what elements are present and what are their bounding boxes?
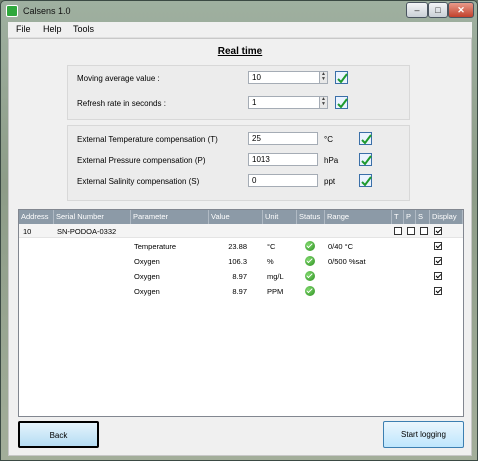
status-ok-icon (305, 271, 315, 281)
salinity-compensation-label: External Salinity compensation (S) (77, 177, 200, 186)
parameter-cell: Temperature (134, 242, 177, 251)
display-checkbox[interactable] (434, 257, 442, 265)
display-checkbox[interactable] (434, 287, 442, 295)
display-checkbox[interactable] (434, 272, 442, 280)
check-icon (361, 155, 372, 166)
column-header-display[interactable]: Display (430, 210, 463, 224)
maximize-button[interactable]: □ (428, 2, 448, 18)
parameter-cell: Oxygen (134, 272, 160, 281)
table-row[interactable]: Temperature 23.88 °C 0/40 °C (19, 239, 463, 254)
menu-file[interactable]: File (16, 24, 31, 34)
column-header-unit[interactable]: Unit (263, 210, 297, 224)
unit-cell: °C (267, 242, 276, 251)
back-button[interactable]: Back (18, 421, 99, 448)
main-panel: Real time Moving average value : 10 ▲ ▼ R… (8, 38, 472, 456)
table-row[interactable]: Oxygen 106.3 % 0/500 %sat (19, 254, 463, 269)
refresh-rate-input[interactable]: 1 (248, 96, 320, 109)
check-icon (337, 73, 348, 84)
check-icon (361, 176, 372, 187)
value-cell: 8.97 (232, 287, 247, 296)
column-header-parameter[interactable]: Parameter (131, 210, 209, 224)
pressure-compensation-label: External Pressure compensation (P) (77, 156, 206, 165)
app-icon (6, 5, 18, 17)
pressure-compensation-checkbox[interactable] (359, 153, 372, 166)
menu-bar: File Help Tools (8, 22, 472, 38)
moving-average-input[interactable]: 10 (248, 71, 320, 84)
app-window: Calsens 1.0 – □ ✕ File Help Tools Real t… (0, 0, 478, 461)
column-header-t[interactable]: T (392, 210, 404, 224)
moving-average-apply-checkbox[interactable] (335, 71, 348, 84)
pressure-unit: hPa (324, 156, 339, 165)
refresh-rate-label: Refresh rate in seconds : (77, 99, 166, 108)
column-header-serial[interactable]: Serial Number (54, 210, 131, 224)
column-header-value[interactable]: Value (209, 210, 263, 224)
unit-cell: mg/L (267, 272, 284, 281)
refresh-rate-stepper[interactable]: ▲ ▼ (319, 96, 328, 109)
temperature-compensation-checkbox[interactable] (359, 132, 372, 145)
menu-tools[interactable]: Tools (73, 24, 94, 34)
chevron-down-icon[interactable]: ▼ (320, 102, 327, 107)
refresh-rate-apply-checkbox[interactable] (335, 96, 348, 109)
unit-cell: PPM (267, 287, 284, 296)
salinity-unit: ppt (324, 177, 336, 186)
unit-cell: % (267, 257, 274, 266)
status-ok-icon (305, 241, 315, 251)
p-checkbox[interactable] (407, 227, 415, 235)
value-cell: 8.97 (232, 272, 247, 281)
parameter-cell: Oxygen (134, 287, 160, 296)
device-serial: SN-PODOA-0332 (57, 227, 117, 236)
status-ok-icon (305, 256, 315, 266)
column-header-range[interactable]: Range (325, 210, 392, 224)
device-row[interactable]: 10 SN-PODOA-0332 (19, 224, 463, 238)
salinity-compensation-input[interactable]: 0 (248, 174, 318, 187)
title-bar: Calsens 1.0 – □ ✕ (1, 1, 477, 21)
settings-panel: Moving average value : 10 ▲ ▼ Refresh rat… (67, 65, 410, 120)
chevron-down-icon[interactable]: ▼ (320, 77, 327, 82)
minimize-button[interactable]: – (406, 2, 428, 18)
compensation-panel: External Temperature compensation (T) 25… (67, 125, 410, 201)
column-header-p[interactable]: P (404, 210, 416, 224)
table-row[interactable]: Oxygen 8.97 mg/L (19, 269, 463, 284)
pressure-compensation-input[interactable]: 1013 (248, 153, 318, 166)
temperature-compensation-label: External Temperature compensation (T) (77, 135, 218, 144)
sensor-table[interactable]: Address Serial Number Parameter Value Un… (18, 209, 464, 417)
page-title: Real time (217, 46, 263, 57)
column-header-address[interactable]: Address (19, 210, 54, 224)
parameter-cell: Oxygen (134, 257, 160, 266)
menu-help[interactable]: Help (43, 24, 62, 34)
column-header-status[interactable]: Status (297, 210, 325, 224)
display-checkbox[interactable] (434, 242, 442, 250)
device-display-checkbox[interactable] (434, 227, 442, 235)
moving-average-stepper[interactable]: ▲ ▼ (319, 71, 328, 84)
column-header-s[interactable]: S (416, 210, 430, 224)
window-title: Calsens 1.0 (23, 6, 71, 16)
check-icon (337, 98, 348, 109)
check-icon (361, 134, 372, 145)
salinity-compensation-checkbox[interactable] (359, 174, 372, 187)
value-cell: 106.3 (228, 257, 247, 266)
device-address: 10 (23, 227, 32, 236)
range-cell: 0/40 °C (328, 242, 354, 251)
s-checkbox[interactable] (420, 227, 428, 235)
moving-average-label: Moving average value : (77, 74, 160, 83)
close-button[interactable]: ✕ (448, 2, 474, 18)
start-logging-button[interactable]: Start logging (383, 421, 464, 448)
range-cell: 0/500 %sat (328, 257, 366, 266)
status-ok-icon (305, 286, 315, 296)
temperature-compensation-input[interactable]: 25 (248, 132, 318, 145)
table-row[interactable]: Oxygen 8.97 PPM (19, 284, 463, 299)
temperature-unit: °C (324, 135, 333, 144)
t-checkbox[interactable] (394, 227, 402, 235)
value-cell: 23.88 (228, 242, 247, 251)
